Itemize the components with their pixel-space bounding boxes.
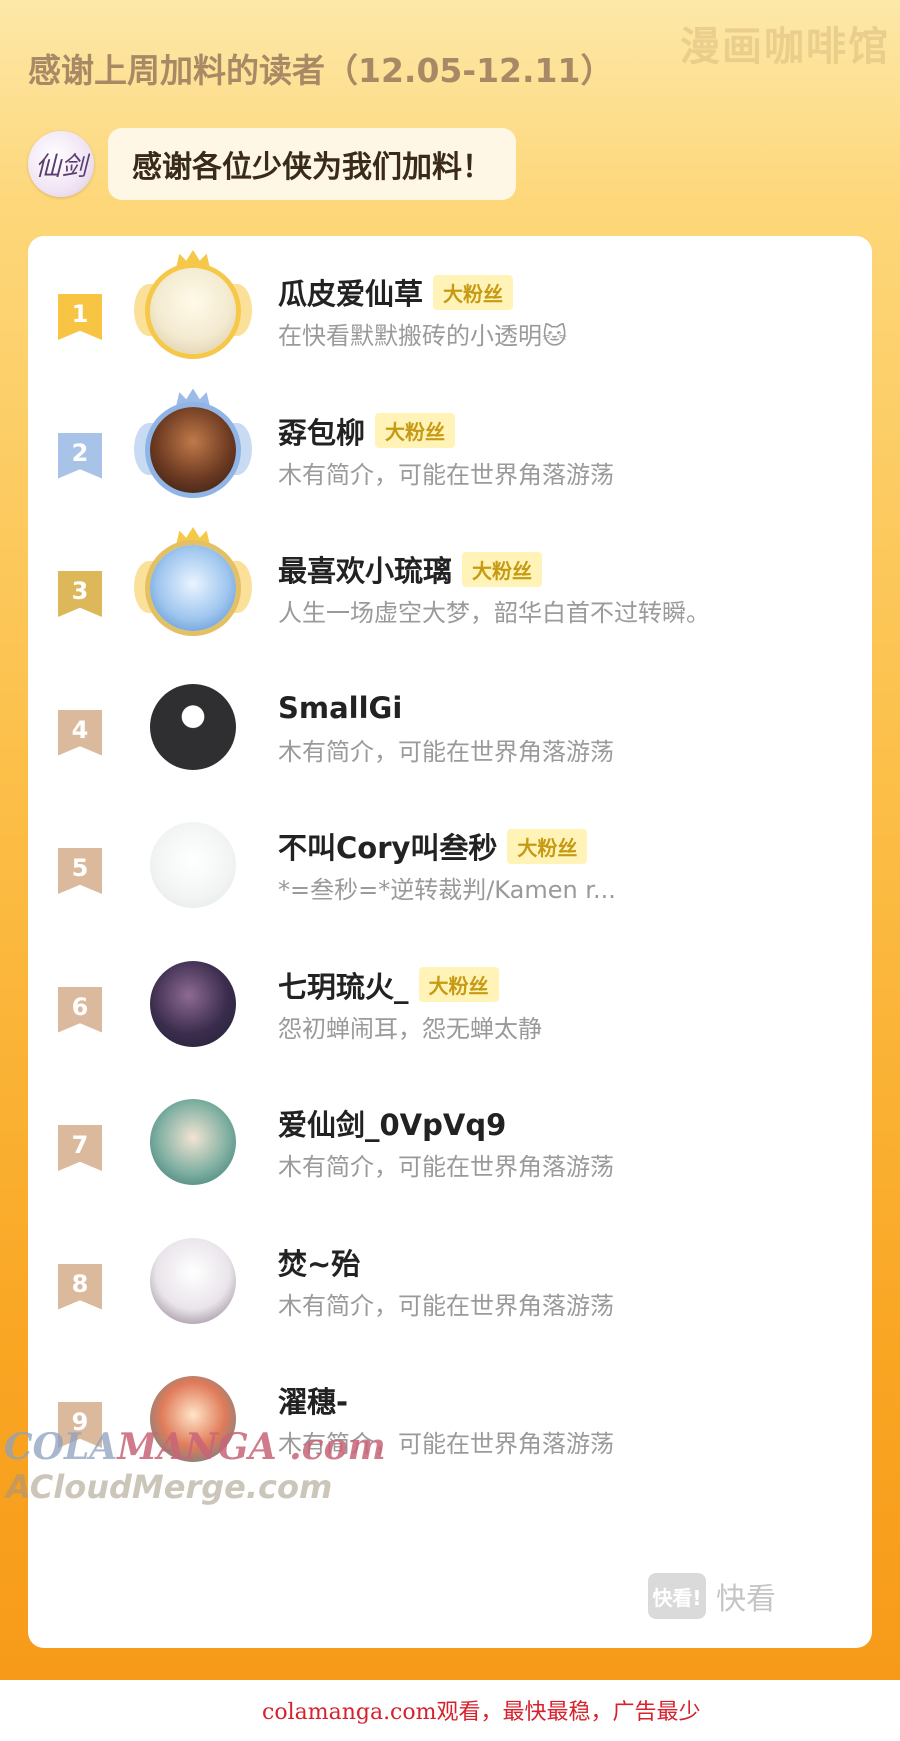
name-line: 焚~殆 xyxy=(278,1242,852,1282)
kuaikan-label: 快看 xyxy=(716,1582,776,1617)
rank-ribbon: 3 xyxy=(58,571,102,617)
name-line: 爱仙剑_0VpVq9 xyxy=(278,1103,852,1143)
watermark-colamanga: COLAMANGA .com xyxy=(4,1426,386,1468)
rank-ribbon: 7 xyxy=(58,1125,102,1171)
avatar-wrap xyxy=(134,388,252,505)
thanks-banner: 感谢各位少侠为我们加料！ xyxy=(108,128,516,200)
avatar[interactable] xyxy=(150,268,236,354)
crown-icon xyxy=(176,250,210,268)
footer-site-link[interactable]: colamanga.com观看，最快最稳，广告最少 xyxy=(262,1694,701,1726)
poster: 漫画咖啡馆 感谢上周加料的读者（12.05-12.11） 仙剑 感谢各位少侠为我… xyxy=(0,0,900,1680)
reader-bio: 木有简介，可能在世界角落游荡 xyxy=(278,1291,614,1320)
crown-icon xyxy=(176,527,210,545)
avatar-wrap xyxy=(138,672,248,782)
name-line: 七玥琉火_ 大粉丝 xyxy=(278,965,852,1005)
crown-icon xyxy=(176,388,210,407)
reader-row[interactable]: 5 不叫Cory叫叁秒 大粉丝 *=叁秒=*逆转裁判/Kamen r... xyxy=(28,790,872,940)
rank-ribbon: 2 xyxy=(58,432,102,479)
reader-name[interactable]: SmallGi xyxy=(278,691,402,725)
watermark-colamanga-part2: MANGA .com xyxy=(117,1426,386,1468)
name-line: SmallGi xyxy=(278,688,852,728)
name-line: 瓜皮爱仙草 大粉丝 xyxy=(278,272,852,312)
reader-bio: 木有简介，可能在世界角落游荡 xyxy=(278,737,614,766)
avatar[interactable] xyxy=(150,1099,236,1185)
reader-info: 最喜欢小琉璃 大粉丝人生一场虚空大梦，韶华白首不过转瞬。 xyxy=(278,549,852,628)
rank-ribbon: 5 xyxy=(58,848,102,894)
reader-info: 爱仙剑_0VpVq9 木有简介，可能在世界角落游荡 xyxy=(278,1103,852,1182)
avatar-wrap xyxy=(138,1087,248,1197)
watermark-colamanga-part1: COLA xyxy=(4,1426,118,1468)
reader-row[interactable]: 6 七玥琉火_ 大粉丝怨初蝉闹耳，怨无蝉太静 xyxy=(28,929,872,1079)
page-title: 感谢上周加料的读者（12.05-12.11） xyxy=(28,51,614,90)
avatar[interactable] xyxy=(150,1237,236,1324)
reader-name[interactable]: 瓜皮爱仙草 xyxy=(278,271,423,313)
watermark-acloudmerge: ACloudMerge.com xyxy=(6,1468,333,1506)
reader-row[interactable]: 7 爱仙剑_0VpVq9 木有简介，可能在世界角落游荡 xyxy=(28,1067,872,1217)
name-line: 濯穗- xyxy=(278,1380,852,1420)
reader-bio: 木有简介，可能在世界角落游荡 xyxy=(278,1153,614,1181)
rank-ribbon: 1 xyxy=(58,294,102,340)
avatar[interactable] xyxy=(150,822,236,908)
watermark-kuaikan: 快看! 快看 xyxy=(648,1573,776,1619)
xianjian-logo[interactable]: 仙剑 xyxy=(28,131,94,197)
fan-badge: 大粉丝 xyxy=(462,551,543,587)
avatar[interactable] xyxy=(150,683,236,770)
reader-bio: 怨初蝉闹耳，怨无蝉太静 xyxy=(278,1014,542,1043)
footer: colamanga.com观看，最快最稳，广告最少 xyxy=(0,1680,900,1741)
reader-bio: *=叁秒=*逆转裁判/Kamen r... xyxy=(278,876,616,904)
reader-name[interactable]: 七玥琉火_ xyxy=(278,964,409,1006)
reader-name[interactable]: 不叫Cory叫叁秒 xyxy=(278,825,497,867)
avatar[interactable] xyxy=(150,545,236,631)
reader-row[interactable]: 3 最喜欢小琉璃 大粉丝人生一场虚空大梦，韶华白首不过转瞬。 xyxy=(28,513,872,663)
name-line: 不叫Cory叫叁秒 大粉丝 xyxy=(278,826,852,866)
reader-bio: 木有简介，可能在世界角落游荡 xyxy=(278,460,614,489)
name-line: 最喜欢小琉璃 大粉丝 xyxy=(278,549,852,589)
reader-row[interactable]: 4 SmallGi 木有简介，可能在世界角落游荡 xyxy=(28,652,872,802)
watermark-manhua-cafe: 漫画咖啡馆 xyxy=(680,23,890,70)
reader-info: 瓜皮爱仙草 大粉丝在快看默默搬砖的小透明🐱 xyxy=(278,272,852,351)
reader-name[interactable]: 焚~殆 xyxy=(278,1241,360,1283)
reader-row[interactable]: 2 孬包柳 大粉丝木有简介，可能在世界角落游荡 xyxy=(28,375,872,525)
avatar-wrap xyxy=(134,527,252,643)
avatar[interactable] xyxy=(150,960,236,1047)
reader-name[interactable]: 孬包柳 xyxy=(278,410,365,452)
reader-row[interactable]: 1 瓜皮爱仙草 大粉丝在快看默默搬砖的小透明🐱 xyxy=(28,236,872,386)
reader-info: 焚~殆木有简介，可能在世界角落游荡 xyxy=(278,1242,852,1321)
reader-info: 孬包柳 大粉丝木有简介，可能在世界角落游荡 xyxy=(278,411,852,490)
reader-info: 七玥琉火_ 大粉丝怨初蝉闹耳，怨无蝉太静 xyxy=(278,965,852,1044)
fan-badge: 大粉丝 xyxy=(418,967,499,1002)
rank-ribbon: 8 xyxy=(58,1263,102,1310)
reader-name[interactable]: 濯穗- xyxy=(278,1379,348,1421)
rank-ribbon: 4 xyxy=(58,709,102,756)
reader-name[interactable]: 最喜欢小琉璃 xyxy=(278,548,452,590)
reader-bio: 人生一场虚空大梦，韶华白首不过转瞬。 xyxy=(278,599,710,627)
reader-name[interactable]: 爱仙剑_0VpVq9 xyxy=(278,1102,506,1144)
fan-badge: 大粉丝 xyxy=(507,828,588,864)
reader-row[interactable]: 8 焚~殆木有简介，可能在世界角落游荡 xyxy=(28,1206,872,1356)
avatar-wrap xyxy=(138,1226,248,1336)
avatar-wrap xyxy=(138,810,248,920)
banner-row: 仙剑 感谢各位少侠为我们加料！ xyxy=(28,128,516,200)
kuaikan-logo-icon: 快看! xyxy=(648,1573,706,1619)
reader-bio: 在快看默默搬砖的小透明🐱 xyxy=(278,322,568,350)
name-line: 孬包柳 大粉丝 xyxy=(278,411,852,451)
avatar-wrap xyxy=(134,250,252,366)
avatar-wrap xyxy=(138,949,248,1059)
reader-info: 不叫Cory叫叁秒 大粉丝 *=叁秒=*逆转裁判/Kamen r... xyxy=(278,826,852,905)
reader-info: SmallGi 木有简介，可能在世界角落游荡 xyxy=(278,688,852,767)
fan-badge: 大粉丝 xyxy=(375,413,456,448)
avatar[interactable] xyxy=(150,406,236,493)
fan-badge: 大粉丝 xyxy=(433,274,514,310)
rank-ribbon: 6 xyxy=(58,986,102,1033)
